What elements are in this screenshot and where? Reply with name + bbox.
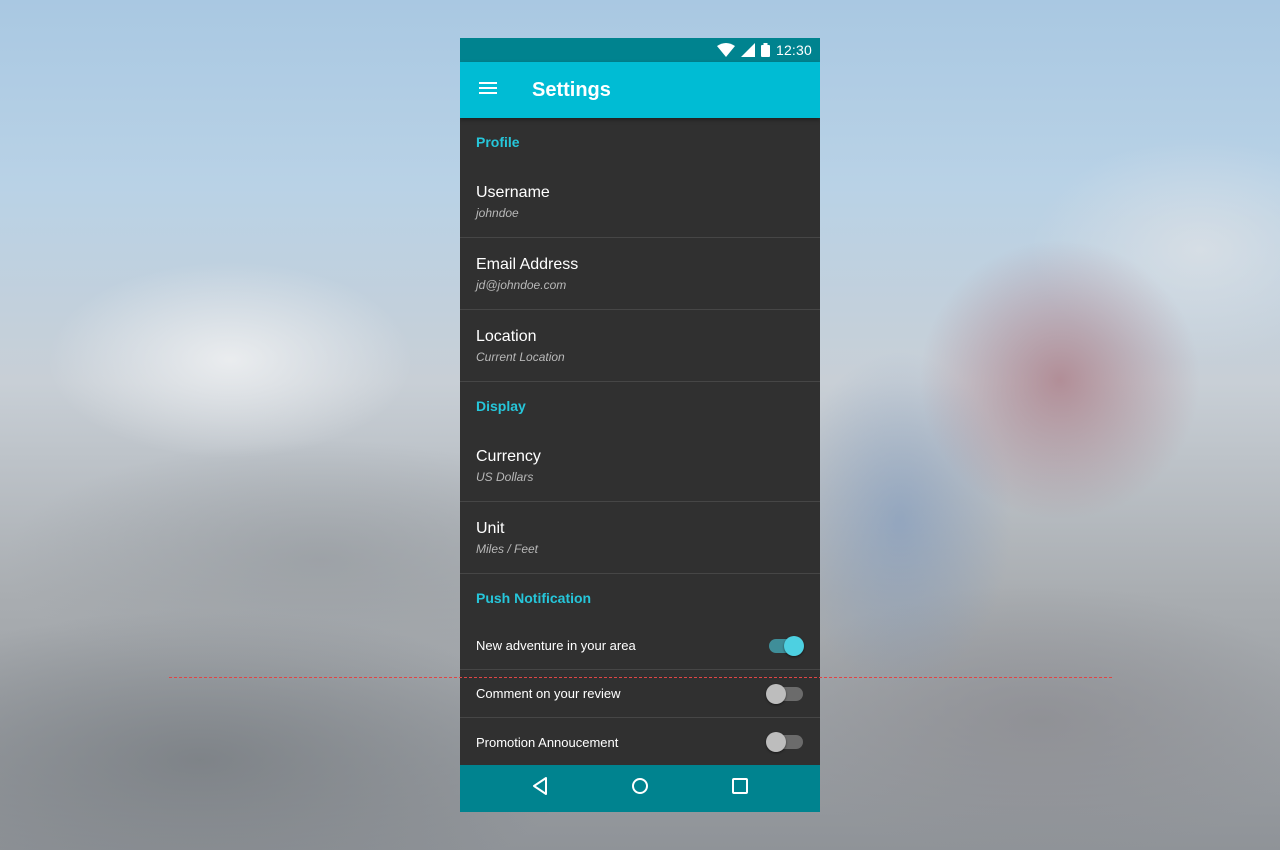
- setting-value: jd@johndoe.com: [476, 277, 567, 292]
- setting-currency[interactable]: Currency US Dollars: [460, 430, 820, 502]
- section-header-display: Display: [476, 398, 526, 414]
- menu-icon: [479, 81, 497, 99]
- switch-thumb: [784, 635, 804, 656]
- toggle-label: New adventure in your area: [476, 638, 636, 653]
- new-adventure-toggle[interactable]: [766, 635, 804, 656]
- recents-icon: [732, 778, 748, 799]
- setting-value: johndoe: [476, 205, 519, 220]
- setting-value: US Dollars: [476, 469, 534, 484]
- setting-title: Email Address: [476, 255, 579, 273]
- comment-review-toggle[interactable]: [766, 683, 804, 704]
- promotion-toggle[interactable]: [766, 732, 804, 752]
- recents-button[interactable]: [690, 765, 790, 812]
- setting-value: Current Location: [476, 349, 565, 364]
- setting-value: Miles / Feet: [476, 541, 539, 556]
- setting-title: Currency: [476, 447, 541, 465]
- toggle-label: Promotion Annoucement: [476, 734, 619, 750]
- toggle-label: Comment on your review: [476, 686, 621, 701]
- menu-button[interactable]: [460, 62, 516, 118]
- setting-title: Location: [476, 327, 537, 345]
- switch-thumb: [766, 732, 786, 752]
- setting-title: Unit: [476, 519, 505, 537]
- signal-icon: [740, 43, 761, 57]
- back-icon: [532, 777, 548, 800]
- setting-username[interactable]: Username johndoe: [460, 166, 820, 238]
- setting-title: Username: [476, 183, 550, 201]
- wifi-icon: [716, 43, 741, 57]
- status-bar: 12:30: [460, 38, 820, 62]
- section-header-push-notification: Push Notification: [476, 590, 592, 606]
- setting-location[interactable]: Location Current Location: [460, 310, 820, 382]
- phone-screen: 12:30 Settings Profile Username johndoe …: [460, 38, 820, 812]
- battery-icon: [760, 43, 776, 57]
- setting-new-adventure[interactable]: New adventure in your area: [460, 622, 820, 670]
- back-button[interactable]: [490, 765, 590, 812]
- app-bar: Settings: [460, 62, 820, 118]
- setting-email[interactable]: Email Address jd@johndoe.com: [460, 238, 820, 310]
- switch-thumb: [766, 683, 786, 704]
- navigation-bar: [460, 765, 820, 812]
- home-button[interactable]: [590, 765, 690, 812]
- home-icon: [631, 777, 649, 800]
- guide-line: [169, 677, 1112, 678]
- setting-unit[interactable]: Unit Miles / Feet: [460, 502, 820, 574]
- settings-list[interactable]: Profile Username johndoe Email Address j…: [460, 118, 820, 765]
- status-time: 12:30: [775, 42, 812, 58]
- setting-promotion[interactable]: Promotion Annoucement: [460, 718, 820, 765]
- page-title: Settings: [532, 78, 611, 101]
- section-header-profile: Profile: [476, 134, 520, 150]
